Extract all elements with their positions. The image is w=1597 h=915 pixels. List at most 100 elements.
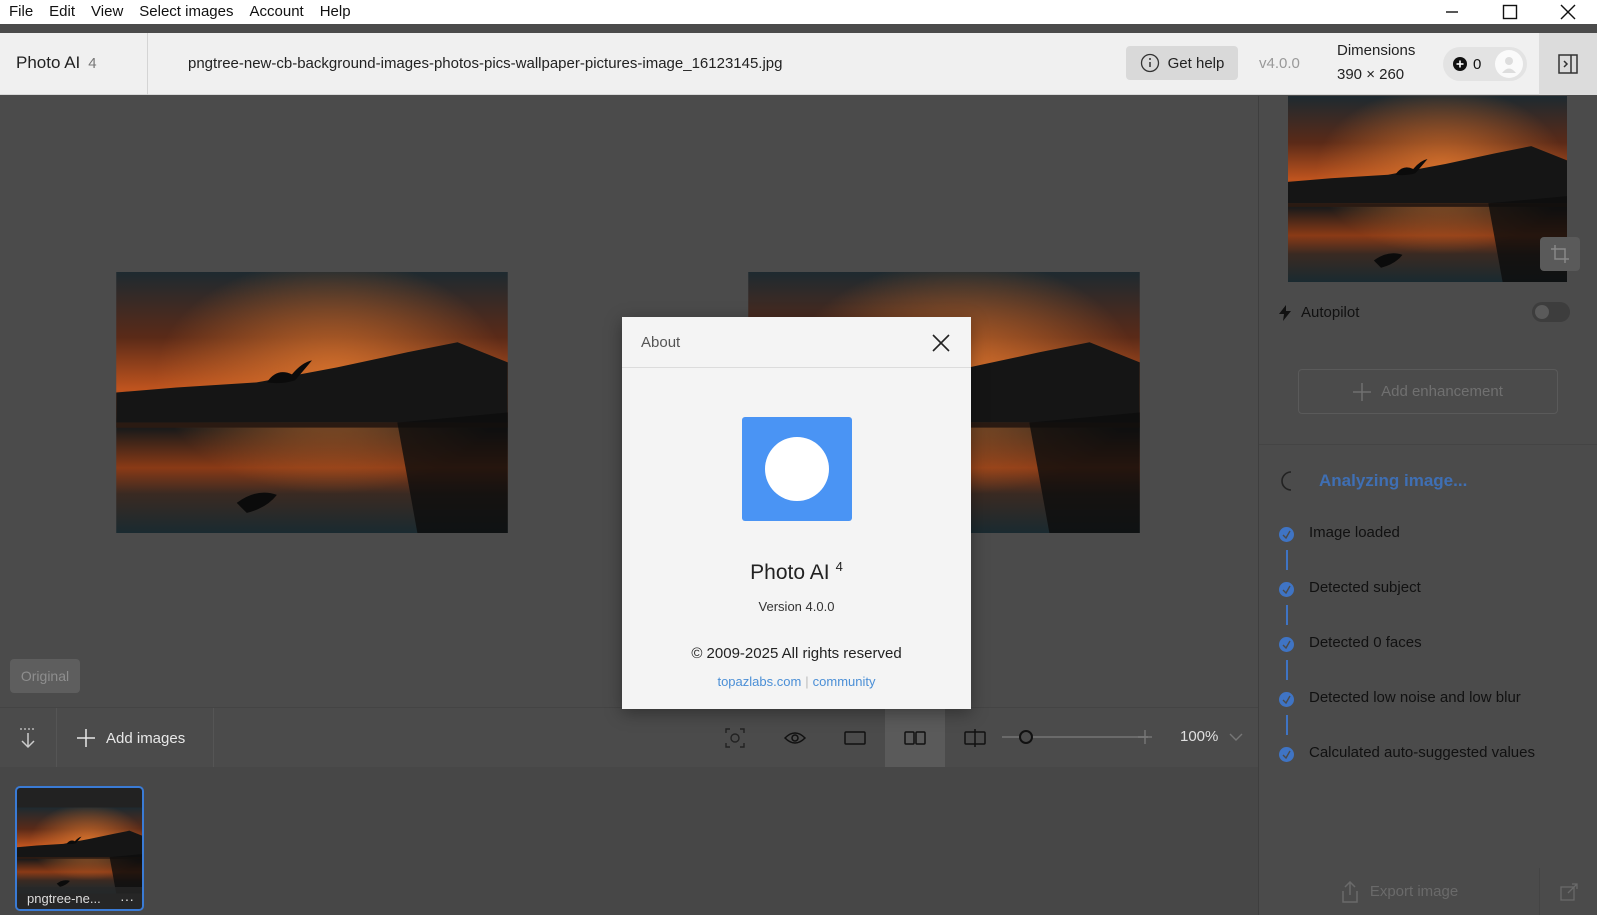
app-name: Photo AI [16, 53, 81, 72]
analyzing-status: Analyzing image... [1279, 470, 1467, 492]
toggle-side-panel-button[interactable] [1539, 33, 1597, 95]
export-icon [1342, 880, 1358, 903]
dimensions-label: Dimensions [1337, 42, 1416, 59]
dialog-title: About [641, 334, 681, 351]
zoom-value[interactable]: 100% [1180, 728, 1218, 745]
navigator-preview[interactable] [1288, 96, 1567, 282]
single-view-icon [844, 731, 866, 745]
crop-icon [1551, 245, 1569, 263]
logo-circle [765, 437, 829, 501]
plus-icon [77, 729, 95, 747]
file-name: pngtree-new-cb-background-images-photos-… [188, 55, 783, 72]
window-controls [1423, 0, 1597, 24]
menu-help[interactable]: Help [312, 0, 359, 24]
dialog-copyright: © 2009-2025 All rights reserved [691, 645, 902, 662]
autopilot-row: Autopilot [1279, 304, 1359, 321]
community-link[interactable]: community [813, 674, 876, 689]
get-help-label: Get help [1167, 54, 1225, 72]
original-image[interactable] [116, 272, 508, 533]
eye-icon [783, 732, 807, 744]
sort-button[interactable] [0, 708, 57, 768]
preview-toggle-button[interactable] [765, 708, 825, 768]
minimize-button[interactable] [1423, 0, 1481, 24]
thumbnail-more-button[interactable]: ··· [120, 891, 134, 907]
analysis-step-label: Calculated auto-suggested values [1309, 744, 1535, 761]
info-icon [1140, 53, 1159, 73]
get-help-button[interactable]: Get help [1126, 46, 1238, 80]
side-panel-icon [1558, 54, 1578, 74]
spinner-icon [1281, 471, 1292, 491]
single-view-button[interactable] [825, 708, 885, 768]
minimize-icon [1446, 11, 1458, 13]
dialog-app-name: Photo AI 4 [622, 559, 971, 585]
close-icon [932, 334, 950, 352]
crop-button[interactable] [1540, 237, 1580, 271]
split-view-icon [964, 729, 986, 747]
bottom-toolbar: Add images 100% [0, 707, 1258, 768]
link-separator: | [805, 674, 809, 689]
menu-bar: File Edit View Select images Account Hel… [0, 0, 1597, 24]
autopilot-toggle[interactable] [1532, 302, 1570, 322]
split-view-button[interactable] [945, 708, 1005, 768]
step-connector [1286, 605, 1288, 625]
side-by-side-view-button[interactable] [885, 708, 945, 768]
zoom-slider-thumb[interactable] [1018, 730, 1033, 744]
avatar[interactable] [1495, 50, 1523, 78]
autopilot-label: Autopilot [1301, 304, 1360, 321]
close-icon [1560, 4, 1576, 20]
toggle-knob [1535, 305, 1549, 319]
right-panel: Autopilot Add enhancement Analyzing imag… [1258, 96, 1597, 915]
plus-icon [1353, 382, 1372, 401]
export-image-button[interactable]: Export image [1259, 868, 1539, 915]
maximize-icon [1502, 4, 1518, 20]
app-version: v4.0.0 [1259, 55, 1300, 72]
menu-edit[interactable]: Edit [41, 0, 83, 24]
export-settings-button[interactable] [1539, 868, 1597, 915]
menu-file[interactable]: File [0, 0, 41, 24]
step-connector [1286, 660, 1288, 680]
step-connector [1286, 550, 1288, 570]
export-image-label: Export image [1369, 883, 1459, 900]
focus-button[interactable] [705, 708, 765, 768]
dialog-close-button[interactable] [927, 329, 955, 357]
dialog-links: topazlabs.com | community [622, 674, 971, 689]
lightning-icon [1279, 304, 1291, 321]
menu-account[interactable]: Account [242, 0, 312, 24]
zoom-out-icon[interactable] [1002, 732, 1012, 742]
filmstrip-thumbnail[interactable]: pngtree-ne... ··· [15, 786, 144, 911]
dialog-app-major: 4 [835, 559, 843, 574]
zoom-in-icon[interactable] [1138, 730, 1152, 744]
close-window-button[interactable] [1539, 0, 1597, 24]
analysis-step-label: Detected subject [1309, 579, 1421, 596]
analyzing-label: Analyzing image... [1319, 471, 1468, 490]
app-header: Photo AI 4 pngtree-new-cb-background-imag… [0, 33, 1597, 95]
analysis-step-label: Detected 0 faces [1309, 634, 1422, 651]
focus-icon [725, 728, 745, 748]
credits-pill[interactable]: 0 [1443, 47, 1527, 81]
export-settings-icon [1560, 882, 1578, 901]
analysis-step-label: Detected low noise and low blur [1309, 689, 1521, 706]
user-icon [1502, 57, 1516, 73]
analysis-step-label: Image loaded [1309, 524, 1400, 541]
check-icon [1279, 527, 1294, 542]
dialog-version: Version 4.0.0 [758, 599, 835, 614]
dialog-app-name-text: Photo AI [750, 561, 830, 584]
check-icon [1279, 582, 1294, 597]
maximize-button[interactable] [1481, 0, 1539, 24]
add-enhancement-button[interactable]: Add enhancement [1298, 369, 1558, 414]
header-divider [147, 33, 148, 95]
app-major-version: 4 [88, 55, 97, 72]
check-icon [1279, 692, 1294, 707]
about-dialog: About Photo AI 4 Version 4.0.0 © 2009-202… [622, 317, 971, 709]
dialog-header: About [622, 317, 971, 368]
add-images-label: Add images [106, 729, 186, 747]
menu-select-images[interactable]: Select images [131, 0, 241, 24]
menu-view[interactable]: View [83, 0, 131, 24]
dimensions-value: 390 × 260 [1337, 66, 1405, 83]
topazlabs-link[interactable]: topazlabs.com [717, 674, 801, 689]
chevron-down-icon[interactable] [1229, 732, 1243, 742]
filmstrip: pngtree-ne... ··· [0, 767, 1258, 915]
side-by-side-icon [904, 731, 926, 745]
add-images-button[interactable]: Add images [58, 708, 214, 768]
check-icon [1279, 747, 1294, 762]
